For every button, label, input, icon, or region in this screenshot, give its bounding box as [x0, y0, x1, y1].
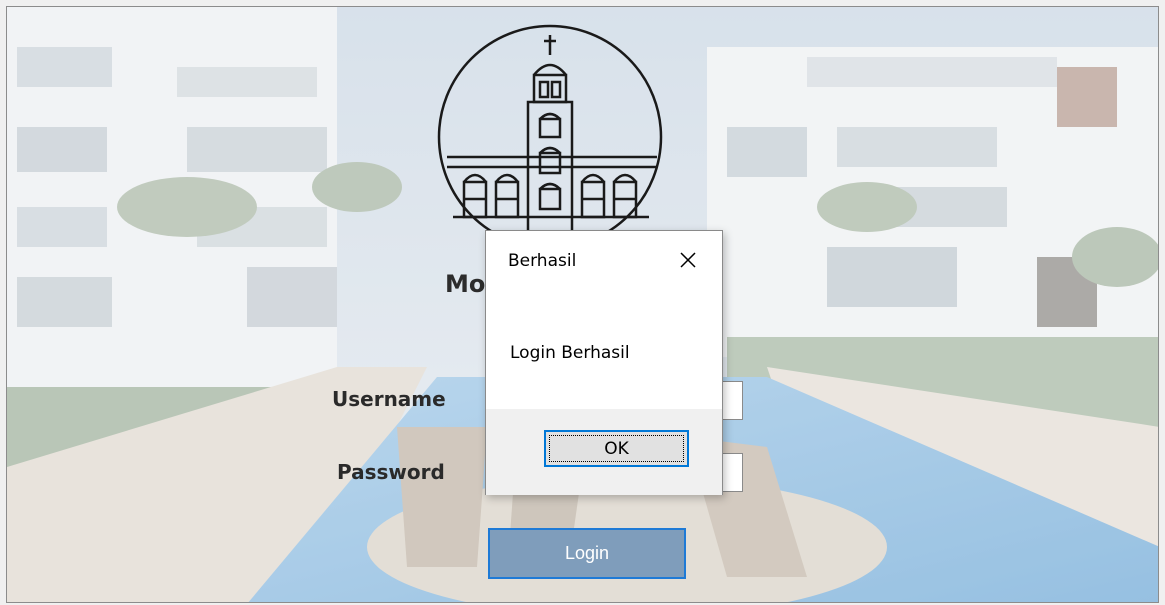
dialog-footer: OK: [486, 409, 722, 495]
close-icon: [680, 252, 696, 268]
login-button[interactable]: Login: [488, 528, 686, 579]
username-label: Username: [332, 387, 446, 411]
dialog-message: Login Berhasil: [510, 343, 630, 363]
ok-button[interactable]: OK: [544, 430, 689, 467]
app-window: Mo Username Password Login Berhasil Logi…: [0, 0, 1165, 605]
password-label: Password: [337, 460, 445, 484]
close-button[interactable]: [677, 249, 699, 271]
dialog-title: Berhasil: [508, 251, 577, 271]
brand-title: Mo: [445, 270, 486, 298]
message-dialog: Berhasil Login Berhasil OK: [485, 230, 723, 495]
